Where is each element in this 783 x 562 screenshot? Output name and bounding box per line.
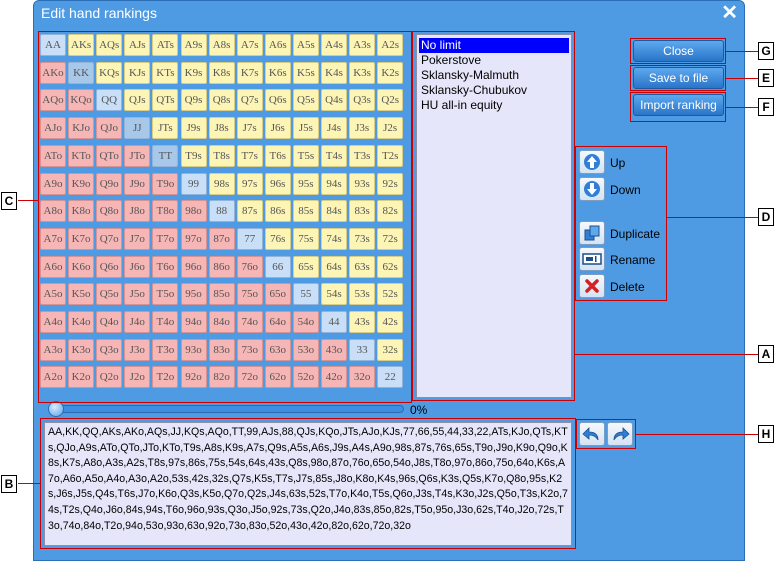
callout-line-c: [18, 200, 38, 201]
callout-box-h: [576, 419, 636, 449]
callout-box-g: [630, 38, 726, 64]
callout-label-f: F: [758, 98, 774, 116]
callout-box-b: [40, 418, 576, 549]
callout-label-g: G: [758, 42, 774, 60]
percent-slider-handle[interactable]: [48, 401, 64, 417]
window-title: Edit hand rankings: [41, 5, 157, 21]
callout-label-a: A: [758, 345, 774, 363]
callout-line-g: [726, 51, 758, 52]
percent-slider-track[interactable]: [48, 405, 404, 413]
callout-label-h: H: [758, 425, 774, 443]
close-icon[interactable]: ✕: [721, 3, 738, 23]
callout-line-f: [726, 107, 758, 108]
callout-line-h: [636, 434, 758, 435]
percent-label: 0%: [410, 403, 428, 417]
callout-label-c: C: [1, 192, 17, 210]
callout-label-b: B: [1, 475, 17, 493]
title-bar: Edit hand rankings ✕: [34, 1, 746, 28]
callout-box-d: [575, 146, 667, 301]
callout-label-e: E: [758, 69, 774, 87]
callout-line-d: [667, 217, 758, 218]
callout-box-e: [630, 65, 726, 91]
callout-line-a: [575, 354, 758, 355]
callout-box-a: [412, 31, 575, 401]
callout-label-d: D: [758, 208, 774, 226]
callout-line-b: [18, 483, 40, 484]
callout-box-f: [630, 92, 726, 122]
callout-box-c: [38, 31, 412, 403]
callout-line-e: [726, 78, 758, 79]
